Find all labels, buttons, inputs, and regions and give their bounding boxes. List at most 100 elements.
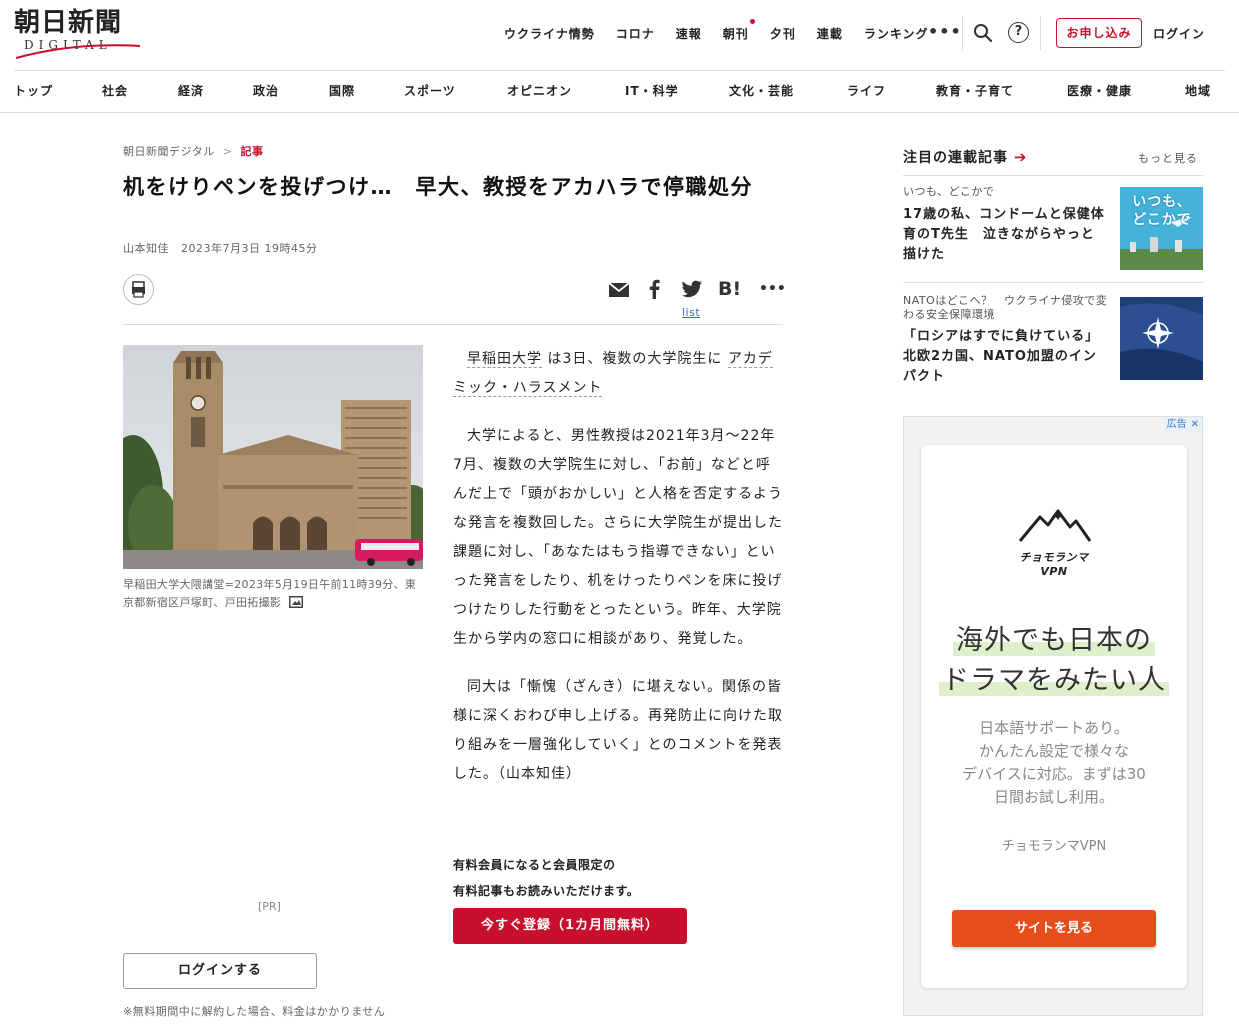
arrow-right-icon: ➔ <box>1013 148 1028 166</box>
print-button[interactable] <box>123 274 154 305</box>
member-notice-line2: 有料記事もお読みいただけます。 <box>453 884 640 898</box>
divider <box>1040 16 1041 50</box>
ad-label: 広告 <box>1166 419 1187 430</box>
ad-cta-button[interactable]: サイトを見る <box>952 910 1156 947</box>
publish-datetime: 2023年7月3日 19時45分 <box>181 242 318 255</box>
new-dot-icon <box>749 18 755 24</box>
category-economy[interactable]: 経済 <box>178 82 204 99</box>
topnav-morning[interactable]: 朝刊 <box>723 18 755 42</box>
logo-swoosh <box>15 44 141 59</box>
byline: 山本知佳 2023年7月3日 19時45分 <box>123 240 317 256</box>
article-divider <box>123 324 783 325</box>
sidebar-item-series[interactable]: NATOはどこへ？ ウクライナ侵攻で変わる安全保障環境 <box>903 294 1108 322</box>
ad-copy-line: デバイスに対応。まずは30 <box>962 765 1146 783</box>
subscribe-button[interactable]: お申し込み <box>1056 18 1142 48</box>
ad-brand-logo <box>921 507 1187 547</box>
article-paragraph: 同大は「慚愧（ざんき）に堪えない。関係の皆様に深くおわび申し上げる。再発防止に向… <box>453 679 783 782</box>
category-politics[interactable]: 政治 <box>253 82 279 99</box>
category-sports[interactable]: スポーツ <box>404 82 456 99</box>
tag-link-waseda[interactable]: 早稲田大学 <box>467 351 542 368</box>
category-local[interactable]: 地域 <box>1185 82 1211 99</box>
sidebar-item-title[interactable]: 「ロシアはすでに負けている」北欧2カ国、NATO加盟のインパクト <box>903 327 1108 387</box>
article-title: 机をけりペンを投げつけ… 早大、教授をアカハラで停職処分 <box>123 175 753 199</box>
hatena-bookmark-icon[interactable]: B! <box>718 278 741 300</box>
sidebar-item-title[interactable]: 17歳の私、コンドームと保健体育のT先生 泣きながらやっと描けた <box>903 205 1108 265</box>
ad-badge[interactable]: 広告 ✕ <box>1163 417 1202 432</box>
sidebar-more-link[interactable]: もっと見る <box>1138 150 1198 166</box>
category-culture[interactable]: 文化・芸能 <box>729 82 794 99</box>
ad-card[interactable]: チョモランマ VPN 海外でも日本の ドラマをみたい人 日本語サポートあり。 か… <box>921 445 1187 988</box>
ad-copy-line: 日間お試し利用。 <box>993 788 1114 806</box>
category-education[interactable]: 教育・子育て <box>936 82 1014 99</box>
breadcrumb-separator: > <box>222 145 233 158</box>
login-button[interactable]: ログインする <box>123 953 317 989</box>
category-life[interactable]: ライフ <box>847 82 886 99</box>
divider <box>962 16 963 50</box>
article-paragraph: 大学によると、男性教授は2021年3月～22年7月、複数の大学院生に対し、「お前… <box>453 428 783 647</box>
breadcrumb-home[interactable]: 朝日新聞デジタル <box>123 145 215 158</box>
topnav-evening[interactable]: 夕刊 <box>770 25 796 42</box>
more-menu-icon[interactable]: ••• <box>928 22 962 41</box>
site-logo[interactable]: 朝日新聞 DIGITAL <box>14 8 144 59</box>
login-link[interactable]: ログイン <box>1153 25 1205 42</box>
pr-label: [PR] <box>258 900 281 913</box>
header-divider <box>14 70 1225 71</box>
ad-copy-line: かんたん設定で様々な <box>978 742 1129 760</box>
paragraph-text: は3日、複数の大学院生に <box>547 351 723 367</box>
category-nav: トップ 社会 経済 政治 国際 スポーツ オピニオン IT・科学 文化・芸能 ラ… <box>14 82 1214 100</box>
ad-copy: 日本語サポートあり。 かんたん設定で様々な デバイスに対応。まずは30 日間お試… <box>921 717 1187 809</box>
member-notice-line1: 有料会員になると会員限定の <box>453 858 616 872</box>
sidebar-heading[interactable]: 注目の連載記事 ➔ <box>903 147 1027 167</box>
category-opinion[interactable]: オピニオン <box>507 82 572 99</box>
topnav-ukraine[interactable]: ウクライナ情勢 <box>504 25 595 42</box>
ad-brand-wordmark: チョモランマ VPN <box>921 549 1187 578</box>
photo-caption: 早稲田大学大隈講堂=2023年5月19日午前11時39分、東京都新宿区戸塚町、戸… <box>123 576 423 612</box>
sidebar-item-thumbnail[interactable]: いつも、どこかで <box>1120 187 1203 270</box>
image-gallery-icon[interactable] <box>289 596 303 608</box>
ad-copy-line: 日本語サポートあり。 <box>979 719 1129 737</box>
top-nav: ウクライナ情勢 コロナ 速報 朝刊 夕刊 連載 ランキング <box>504 18 949 42</box>
nav-divider <box>0 112 1239 113</box>
breadcrumb: 朝日新聞デジタル > 記事 <box>123 143 264 159</box>
topnav-ranking[interactable]: ランキング <box>864 25 929 42</box>
register-button[interactable]: 今すぐ登録（1カ月間無料） <box>453 908 687 944</box>
category-international[interactable]: 国際 <box>329 82 355 99</box>
category-health[interactable]: 医療・健康 <box>1067 82 1132 99</box>
category-it-science[interactable]: IT・科学 <box>625 82 679 99</box>
logo-main-text: 朝日新聞 <box>14 8 123 38</box>
twitter-icon[interactable] <box>680 278 704 300</box>
member-notice: 有料会員になると会員限定の 有料記事もお読みいただけます。 <box>453 852 639 904</box>
article-paragraph: 早稲田大学 は3日、複数の大学院生に アカデミック・ハラスメント <box>453 345 783 403</box>
facebook-icon[interactable] <box>645 278 665 300</box>
topnav-corona[interactable]: コロナ <box>616 25 655 42</box>
ad-advertiser-name: チョモランマVPN <box>1001 839 1107 854</box>
advertisement[interactable]: 広告 ✕ チョモランマ VPN 海外でも日本の ドラマをみたい人 日本語サポート… <box>903 416 1203 1016</box>
nato-flag-image <box>1120 297 1203 380</box>
ad-brand-name: チョモランマ <box>1019 551 1089 564</box>
ad-headline: 海外でも日本の ドラマをみたい人 <box>921 621 1187 701</box>
article-body: 早稲田大学 は3日、複数の大学院生に アカデミック・ハラスメント 大学によると、… <box>453 345 783 808</box>
category-society[interactable]: 社会 <box>102 82 128 99</box>
category-top[interactable]: トップ <box>14 82 53 99</box>
share-more-icon[interactable]: ••• <box>759 278 786 300</box>
breadcrumb-current: 記事 <box>240 145 264 158</box>
share-list-link[interactable]: list <box>682 306 700 319</box>
help-icon[interactable]: ? <box>1008 22 1029 43</box>
printer-icon <box>132 281 145 298</box>
sidebar-item-thumbnail[interactable] <box>1120 297 1203 380</box>
sidebar-heading-text: 注目の連載記事 <box>903 150 1008 166</box>
article-photo[interactable] <box>123 345 423 569</box>
sidebar-divider <box>903 175 1203 176</box>
ad-headline-line2: ドラマをみたい人 <box>939 665 1169 696</box>
topnav-series[interactable]: 連載 <box>817 25 843 42</box>
author-name: 山本知佳 <box>123 242 169 255</box>
ad-close-icon[interactable]: ✕ <box>1191 417 1199 432</box>
free-trial-note: ※無料期間中に解約した場合、料金はかかりません <box>123 1005 386 1018</box>
sidebar-item-series[interactable]: いつも、どこかで <box>903 185 994 199</box>
mail-icon[interactable] <box>607 278 631 300</box>
search-icon[interactable] <box>973 23 993 43</box>
sidebar-divider <box>903 282 1203 283</box>
okuma-auditorium-photo <box>123 345 423 569</box>
topnav-breaking[interactable]: 速報 <box>676 25 702 42</box>
photo-caption-text: 早稲田大学大隈講堂=2023年5月19日午前11時39分、東京都新宿区戸塚町、戸… <box>123 578 417 609</box>
